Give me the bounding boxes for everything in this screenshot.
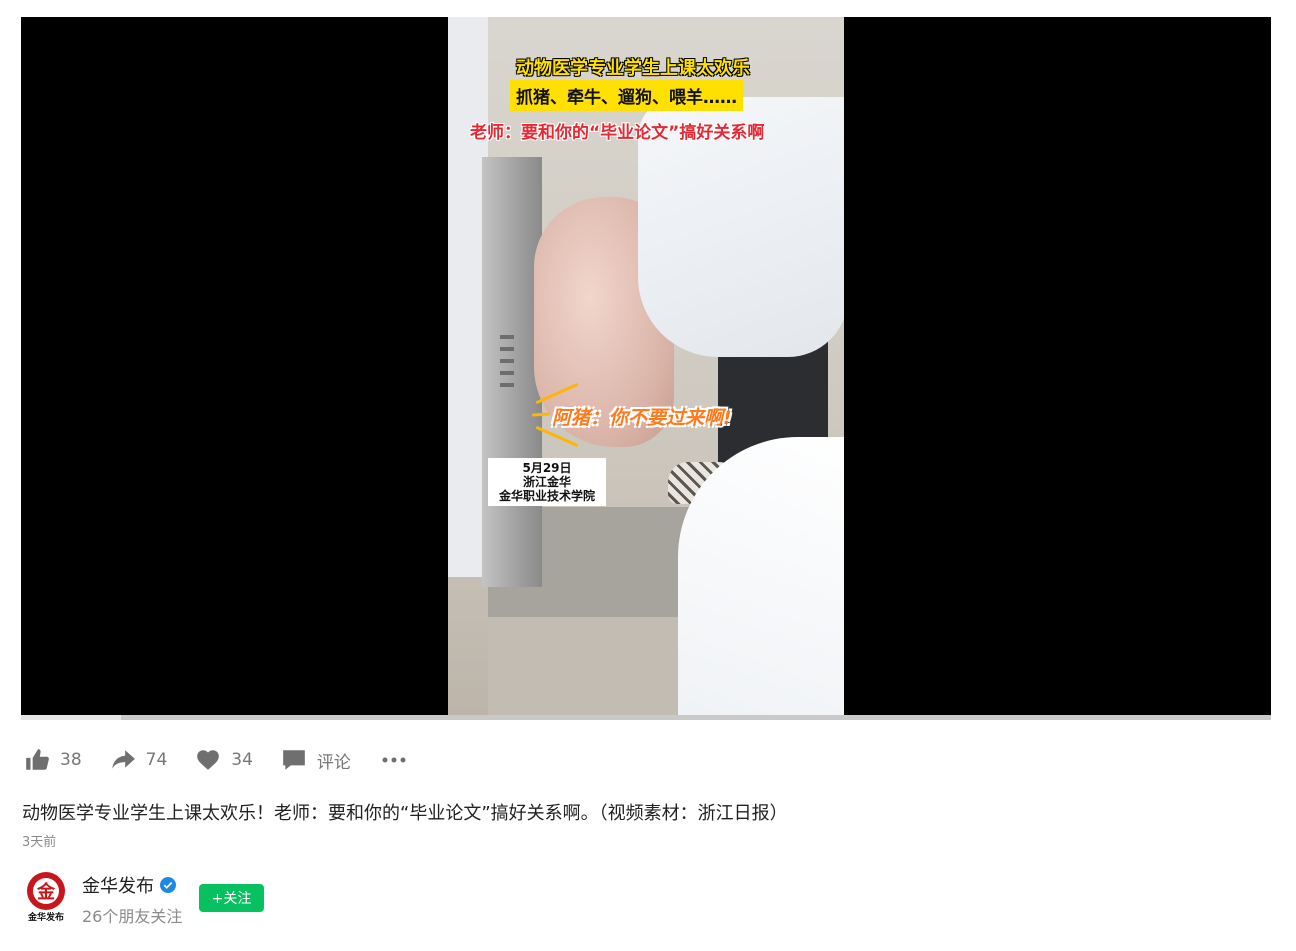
scene-vent bbox=[500, 359, 514, 363]
caption-burst-mark bbox=[531, 412, 551, 417]
account-row: 金 金华发布 金华发布 26个朋友关注 +关注 bbox=[24, 870, 624, 926]
post-time: 3天前 bbox=[22, 835, 57, 850]
action-bar: 38 74 34 评论 bbox=[24, 742, 437, 778]
account-name-row: 金华发布 bbox=[82, 872, 176, 898]
video-frame[interactable]: 动物医学专业学生上课太欢乐 抓猪、牵牛、遛狗、喂羊…… 老师：要和你的“毕业论文… bbox=[448, 17, 844, 715]
share-button[interactable]: 74 bbox=[110, 747, 168, 773]
scene-vent bbox=[500, 335, 514, 339]
like-button[interactable]: 38 bbox=[24, 747, 82, 773]
avatar-text: 金华发布 bbox=[27, 911, 64, 923]
video-date-box: 5月29日 浙江金华 金华职业技术学院 bbox=[488, 458, 606, 506]
comment-label: 评论 bbox=[316, 752, 351, 773]
more-button[interactable] bbox=[379, 745, 409, 775]
scene-vent bbox=[500, 347, 514, 351]
comment-icon bbox=[283, 750, 305, 770]
video-progress-played bbox=[21, 715, 121, 720]
scene-vent bbox=[500, 383, 514, 387]
avatar-glyph: 金 bbox=[36, 881, 56, 903]
date-box-line: 浙江金华 bbox=[522, 475, 571, 489]
favorite-button[interactable]: 34 bbox=[195, 747, 253, 773]
video-caption-activities: 抓猪、牵牛、遛狗、喂羊…… bbox=[510, 80, 743, 111]
heart-icon bbox=[197, 750, 220, 770]
date-box-line: 金华职业技术学院 bbox=[498, 489, 595, 503]
comment-button[interactable]: 评论 bbox=[281, 747, 351, 773]
share-count: 74 bbox=[145, 750, 168, 770]
account-name[interactable]: 金华发布 bbox=[82, 872, 154, 898]
avatar[interactable]: 金 金华发布 bbox=[24, 870, 68, 924]
post-description: 动物医学专业学生上课太欢乐！老师：要和你的“毕业论文”搞好关系啊。（视频素材：浙… bbox=[22, 803, 788, 824]
account-logo-icon: 金 金华发布 bbox=[27, 872, 65, 923]
more-dots-icon bbox=[382, 757, 406, 763]
like-count: 38 bbox=[60, 750, 82, 770]
video-caption-pig: 阿猪：你不要过来啊! bbox=[552, 407, 732, 429]
share-arrow-icon bbox=[111, 750, 135, 769]
scene-vent bbox=[500, 371, 514, 375]
friends-following: 26个朋友关注 bbox=[82, 907, 183, 926]
verified-badge-icon bbox=[160, 877, 176, 893]
video-player[interactable]: 动物医学专业学生上课太欢乐 抓猪、牵牛、遛狗、喂羊…… 老师：要和你的“毕业论文… bbox=[21, 17, 1271, 715]
video-progress-bar[interactable] bbox=[21, 715, 1271, 720]
follow-button[interactable]: +关注 bbox=[199, 884, 264, 912]
date-box-line: 5月29日 bbox=[522, 461, 572, 475]
thumbs-up-icon bbox=[26, 749, 49, 770]
favorite-count: 34 bbox=[231, 750, 253, 770]
video-caption-teacher: 老师：要和你的“毕业论文”搞好关系啊 bbox=[470, 123, 765, 143]
video-caption-title: 动物医学专业学生上课太欢乐 bbox=[516, 58, 750, 79]
